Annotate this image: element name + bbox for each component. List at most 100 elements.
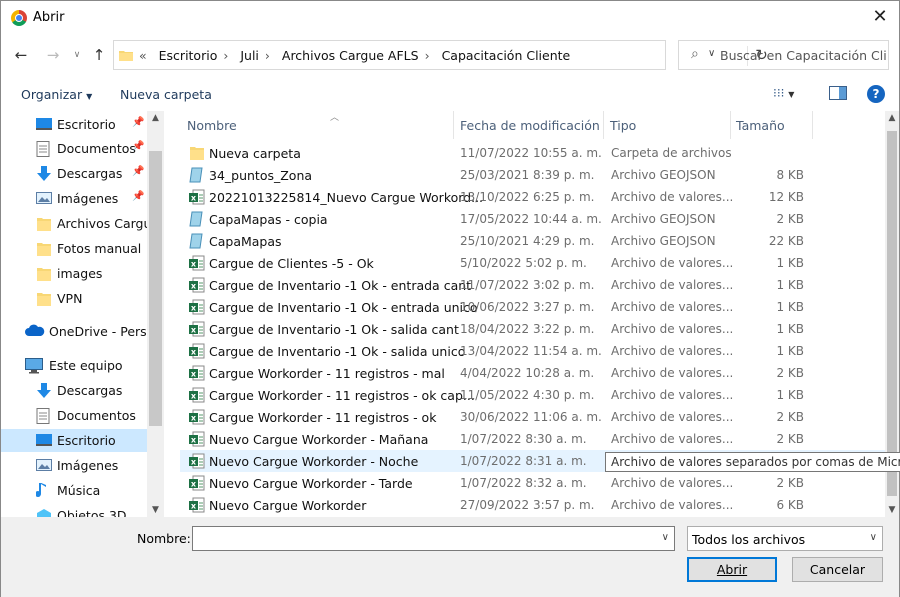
pin-icon[interactable]: 📌 <box>132 141 144 152</box>
column-header-type[interactable]: Tipo <box>604 111 731 139</box>
back-button[interactable]: ← <box>11 45 31 65</box>
caret-down-icon: ▼ <box>86 92 93 101</box>
file-type-filter[interactable]: Todos los archivos ∨ <box>687 526 883 551</box>
navigation-pane-scrollbar[interactable]: ▲ ▼ <box>147 111 164 517</box>
column-header-size[interactable]: Tamaño <box>731 111 813 139</box>
file-name: Nuevo Cargue Workorder - Noche <box>209 454 419 469</box>
file-type: Archivo de valores... <box>611 190 734 204</box>
file-row[interactable]: x Cargue de Inventario -1 Ok - entrada un… <box>180 296 885 318</box>
file-type: Archivo GEOJSON <box>611 212 716 226</box>
folder-icon <box>36 266 52 285</box>
file-row[interactable]: x Cargue Workorder - 11 registros - ok 30/… <box>180 406 885 428</box>
forward-button[interactable]: → <box>43 45 63 65</box>
pin-icon[interactable]: 📌 <box>132 117 144 128</box>
file-row[interactable]: x Cargue Workorder - 11 registros - ok ca… <box>180 384 885 406</box>
sidebar-item-este-equipo[interactable]: Este equipo <box>1 354 147 377</box>
sidebar-item-archivos-cargue[interactable]: Archivos Cargue <box>1 212 159 235</box>
scroll-down-icon[interactable]: ▼ <box>885 505 899 515</box>
file-date: 25/10/2021 4:29 p. m. <box>460 234 595 248</box>
file-row[interactable]: CapaMapas - copia 17/05/2022 10:44 a. m. A… <box>180 208 885 230</box>
file-type: Archivo de valores... <box>611 300 734 314</box>
sidebar-item-musica[interactable]: Música <box>1 479 147 502</box>
file-row[interactable]: x 20221013225814_Nuevo Cargue Workord... 1… <box>180 186 885 208</box>
file-row[interactable]: x Nuevo Cargue Workorder - Tarde 1/07/2022… <box>180 472 885 494</box>
change-view-button[interactable]: ⁝⁝⁝ ▼ <box>773 86 794 100</box>
svg-text:x: x <box>191 480 197 489</box>
new-folder-button[interactable]: Nueva carpeta <box>120 87 212 102</box>
open-button[interactable]: Abrir <box>687 557 777 582</box>
sidebar-item-descargas-quick[interactable]: Descargas 📌 <box>1 162 147 185</box>
file-date: 27/09/2022 3:57 p. m. <box>460 498 595 512</box>
address-bar[interactable]: « Escritorio › Juli › Archivos Cargue AFLS… <box>113 40 768 70</box>
sidebar-item-images[interactable]: images <box>1 262 147 285</box>
breadcrumb-item[interactable]: Archivos Cargue AFLS <box>282 48 419 63</box>
preview-pane-button[interactable] <box>829 86 847 103</box>
chevron-right-icon[interactable]: › <box>223 48 228 63</box>
scroll-up-icon[interactable]: ▲ <box>885 113 899 123</box>
file-row[interactable]: Nueva carpeta 11/07/2022 10:55 a. m. Carpe… <box>180 142 885 164</box>
scrollbar-thumb[interactable] <box>887 131 897 496</box>
command-bar: Organizar ▼ Nueva carpeta ⁝⁝⁝ ▼ ? <box>1 79 899 109</box>
sidebar-item-imagenes-quick[interactable]: Imágenes 📌 <box>1 187 147 210</box>
excel-csv-icon: x <box>189 365 205 384</box>
file-type: Archivo de valores... <box>611 410 734 424</box>
file-date: 13/10/2022 6:25 p. m. <box>460 190 595 204</box>
close-button[interactable]: ✕ <box>869 6 891 28</box>
pin-icon[interactable]: 📌 <box>132 166 144 177</box>
sidebar-item-label: Archivos Cargue <box>57 216 160 231</box>
window-title: Abrir <box>33 10 65 25</box>
sidebar-item-label: Documentos <box>57 141 136 156</box>
breadcrumb-item[interactable]: Escritorio <box>159 48 218 63</box>
sidebar-item-escritorio-quick[interactable]: Escritorio 📌 <box>1 113 147 136</box>
pin-icon[interactable]: 📌 <box>132 191 144 202</box>
chevron-down-icon[interactable]: ∨ <box>662 532 669 543</box>
search-input[interactable]: Buscar en Capacitación Clie... <box>720 48 886 63</box>
file-row[interactable]: CapaMapas 25/10/2021 4:29 p. m. Archivo GE… <box>180 230 885 252</box>
breadcrumb-item[interactable]: Juli <box>240 48 259 63</box>
file-row[interactable]: x Cargue Workorder - 11 registros - mal 4/… <box>180 362 885 384</box>
scrollbar-thumb[interactable] <box>149 151 162 426</box>
sidebar-item-fotos-manual[interactable]: Fotos manual <box>1 237 147 260</box>
sidebar-item-documentos[interactable]: Documentos <box>1 404 147 427</box>
file-size: 2 KB <box>776 366 804 380</box>
sidebar-item-label: OneDrive - Persor <box>49 324 160 339</box>
excel-csv-icon: x <box>189 255 205 274</box>
filename-input[interactable] <box>193 527 653 550</box>
file-row[interactable]: x Cargue de Inventario -1 Ok - entrada ca… <box>180 274 885 296</box>
overflow-chevron-icon[interactable]: « <box>139 48 147 63</box>
cancel-button[interactable]: Cancelar <box>792 557 883 582</box>
sidebar-item-onedrive[interactable]: OneDrive - Persor <box>1 320 159 343</box>
sidebar-item-documentos-quick[interactable]: Documentos 📌 <box>1 137 147 160</box>
filename-combobox[interactable]: ∨ <box>192 526 675 551</box>
column-header-date[interactable]: Fecha de modificación <box>454 111 604 139</box>
breadcrumb-item[interactable]: Capacitación Cliente <box>442 48 571 63</box>
excel-csv-icon: x <box>189 431 205 450</box>
chevron-right-icon[interactable]: › <box>425 48 430 63</box>
sidebar-item-escritorio[interactable]: Escritorio <box>1 429 147 452</box>
file-row[interactable]: x Cargue de Clientes -5 - Ok 5/10/2022 5:0… <box>180 252 885 274</box>
column-header-name[interactable]: ︿ Nombre <box>180 111 454 139</box>
chevron-right-icon[interactable]: › <box>265 48 270 63</box>
sidebar-item-imagenes[interactable]: Imágenes <box>1 454 147 477</box>
file-row[interactable]: x Nuevo Cargue Workorder 27/09/2022 3:57 p… <box>180 494 885 516</box>
scroll-up-icon[interactable]: ▲ <box>147 113 164 123</box>
file-row[interactable]: x Cargue de Inventario -1 Ok - salida can… <box>180 318 885 340</box>
scroll-down-icon[interactable]: ▼ <box>147 505 164 515</box>
file-date: 10/06/2022 3:27 p. m. <box>460 300 595 314</box>
sidebar-item-vpn[interactable]: VPN <box>1 287 147 310</box>
folder-icon <box>189 145 205 164</box>
file-row[interactable]: x Nuevo Cargue Workorder - Mañana 1/07/202… <box>180 428 885 450</box>
up-button[interactable]: ↑ <box>89 45 109 65</box>
recent-locations-button[interactable]: ∨ <box>67 45 87 65</box>
chevron-down-icon[interactable]: ∨ <box>870 532 877 543</box>
help-button[interactable]: ? <box>867 85 885 103</box>
organize-button[interactable]: Organizar ▼ <box>21 87 92 102</box>
file-row[interactable]: 34_puntos_Zona 25/03/2021 8:39 p. m. Archi… <box>180 164 885 186</box>
file-type: Archivo de valores... <box>611 344 734 358</box>
file-type: Archivo de valores... <box>611 278 734 292</box>
sidebar-item-label: Este equipo <box>49 358 123 373</box>
sidebar-item-descargas[interactable]: Descargas <box>1 379 147 402</box>
search-box[interactable]: ⌕ Buscar en Capacitación Clie... <box>678 40 889 70</box>
file-row[interactable]: x Cargue de Inventario -1 Ok - salida uni… <box>180 340 885 362</box>
sidebar-item-objetos-3d[interactable]: Objetos 3D <box>1 504 147 517</box>
